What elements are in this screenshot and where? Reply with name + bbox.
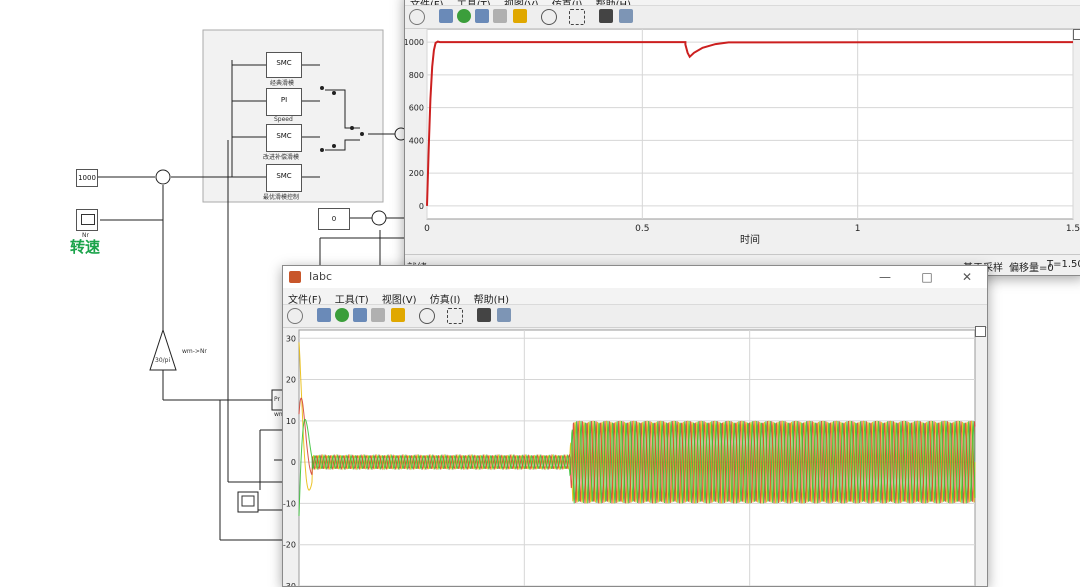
sum-junction-2[interactable] xyxy=(371,210,387,226)
gain-signal-label: wm->Nr xyxy=(182,348,207,355)
y-tick-label: -30 xyxy=(283,582,296,586)
status-time: T=1.500 xyxy=(1047,259,1080,270)
style-icon[interactable] xyxy=(619,9,633,23)
speed-title: 转速 xyxy=(70,238,101,256)
autoscale-icon[interactable] xyxy=(569,9,585,25)
block-caption: Speed xyxy=(274,116,293,123)
minimize-button[interactable]: — xyxy=(865,267,905,287)
x-tick-label: 0.5 xyxy=(635,224,649,234)
smc-classic-block[interactable]: SMC xyxy=(266,52,302,78)
y-tick-label: 10 xyxy=(286,417,296,426)
y-tick-label: 0 xyxy=(291,458,296,467)
y-tick-label: 400 xyxy=(409,136,424,145)
iabc-scope-window[interactable]: Iabc — □ ✕ 文件(F) 工具(T) 视图(V) 仿真(I) 帮助(H)… xyxy=(282,265,988,587)
block-caption: 最优滑模控制 xyxy=(263,194,300,201)
zoom-icon[interactable] xyxy=(419,308,435,324)
zero-constant-block[interactable]: 0 xyxy=(318,208,350,230)
matlab-icon xyxy=(289,271,301,283)
speed-reference-block[interactable]: 1000 xyxy=(76,169,98,187)
settings-icon[interactable] xyxy=(409,9,425,25)
rewind-icon[interactable] xyxy=(439,9,453,23)
rewind-icon[interactable] xyxy=(317,308,331,322)
close-button[interactable]: ✕ xyxy=(947,267,987,287)
speed-xlabel: 时间 xyxy=(740,233,760,246)
x-tick-label: 1 xyxy=(855,224,861,234)
expand-icon[interactable] xyxy=(1073,29,1080,40)
block-caption: 改进补偿滑模 xyxy=(263,154,300,161)
smc-improved-block[interactable]: SMC xyxy=(266,124,302,152)
toolbar xyxy=(283,304,987,328)
y-tick-label: 600 xyxy=(409,104,424,113)
autoscale-icon[interactable] xyxy=(447,308,463,324)
speed-scope-block[interactable] xyxy=(76,209,98,231)
cursor-measure-icon[interactable] xyxy=(599,9,613,23)
y-tick-label: 20 xyxy=(286,376,296,385)
y-tick-label: 1000 xyxy=(405,38,424,47)
zoom-icon[interactable] xyxy=(541,9,557,25)
block-caption: 经典滑模 xyxy=(270,80,295,87)
stop-icon[interactable] xyxy=(493,9,507,23)
y-tick-label: 0 xyxy=(419,202,424,211)
speed-chart[interactable]: 0 0.5 1 1.5 0 200 400 600 800 1000 时间 xyxy=(405,29,1080,255)
expand-icon[interactable] xyxy=(975,326,986,337)
title-bar[interactable]: Iabc — □ ✕ xyxy=(283,266,987,289)
block-name: SMC xyxy=(276,172,292,180)
run-icon[interactable] xyxy=(457,9,471,23)
settings-icon[interactable] xyxy=(287,308,303,324)
stop-icon[interactable] xyxy=(371,308,385,322)
y-tick-label: 200 xyxy=(409,169,424,178)
block-name: PI xyxy=(280,96,288,104)
step-forward-icon[interactable] xyxy=(353,308,367,322)
cursor-measure-icon[interactable] xyxy=(477,308,491,322)
step-forward-icon[interactable] xyxy=(475,9,489,23)
y-tick-label: 30 xyxy=(286,334,296,343)
toolbar xyxy=(405,5,1080,29)
y-tick-label: 800 xyxy=(409,71,424,80)
highlight-icon[interactable] xyxy=(391,308,405,322)
gain-block[interactable] xyxy=(149,328,177,371)
window-title: Iabc xyxy=(309,270,333,283)
pr-label: Pr xyxy=(274,396,280,403)
highlight-icon[interactable] xyxy=(513,9,527,23)
style-icon[interactable] xyxy=(497,308,511,322)
sum-junction[interactable] xyxy=(155,169,171,185)
block-name: SMC xyxy=(276,132,292,140)
pi-block[interactable]: PI xyxy=(266,88,302,116)
maximize-button[interactable]: □ xyxy=(907,267,947,287)
run-icon[interactable] xyxy=(335,308,349,322)
smc-optimal-block[interactable]: SMC xyxy=(266,164,302,192)
block-name: SMC xyxy=(276,59,292,67)
iabc-chart[interactable]: 30 20 10 0 -10 -20 -30 xyxy=(283,326,987,586)
y-tick-label: -20 xyxy=(283,541,296,550)
y-tick-label: -10 xyxy=(283,499,296,508)
speed-scope-window[interactable]: 文件(F) 工具(T) 视图(V) 仿真(I) 帮助(H) 00.511.502… xyxy=(404,0,1080,276)
x-tick-label: 0 xyxy=(424,224,430,234)
gain-label: 30/pi xyxy=(155,357,171,364)
x-tick-label: 1.5 xyxy=(1066,224,1080,234)
